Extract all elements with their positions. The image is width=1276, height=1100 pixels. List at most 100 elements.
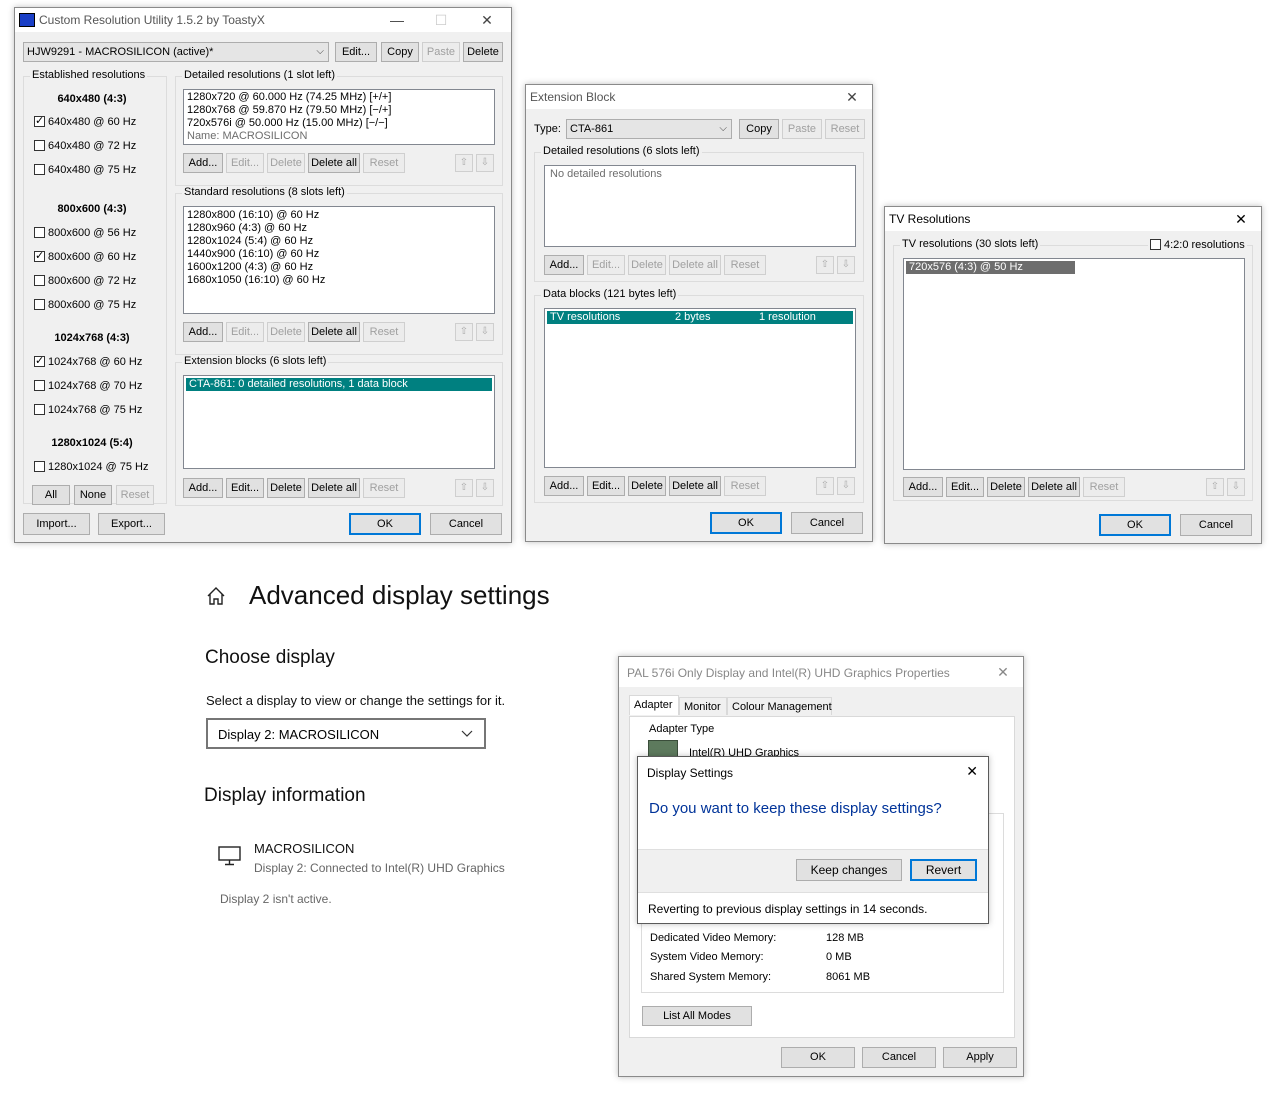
checkbox-420[interactable]: 4:2:0 resolutions — [1148, 238, 1247, 252]
list-item[interactable]: 1600x1200 (4:3) @ 60 Hz — [184, 261, 494, 274]
close-icon[interactable]: ✕ — [983, 660, 1023, 684]
edit-extension-button[interactable]: Edit... — [226, 478, 264, 498]
delete-all-detailed-button[interactable]: Delete all — [308, 153, 360, 173]
ext-detailed-list[interactable]: No detailed resolutions — [544, 165, 856, 247]
monitor-icon — [217, 845, 243, 867]
checkbox-800x600-72[interactable]: 800x600 @ 72 Hz — [34, 274, 136, 288]
data-block-name: TV resolutions — [550, 311, 621, 323]
delete-all-data-blocks-button[interactable]: Delete all — [669, 476, 721, 496]
cancel-button[interactable]: Cancel — [1180, 514, 1252, 536]
checkbox-box[interactable] — [34, 461, 45, 472]
tab-adapter[interactable]: Adapter — [629, 695, 679, 715]
edit-tv-button[interactable]: Edit... — [946, 477, 984, 497]
checkbox-box[interactable] — [34, 164, 45, 175]
apply-button[interactable]: Apply — [943, 1047, 1017, 1068]
none-button[interactable]: None — [74, 485, 112, 505]
checkbox-box[interactable] — [34, 354, 45, 368]
delete-tv-button[interactable]: Delete — [987, 477, 1025, 497]
monitor-select[interactable]: HJW9291 - MACROSILICON (active)* ⌵ — [23, 42, 329, 62]
checkbox-box[interactable] — [34, 380, 45, 391]
list-item[interactable]: 1280x720 @ 60.000 Hz (74.25 MHz) [+/+] — [184, 91, 494, 104]
delete-extension-button[interactable]: Delete — [267, 478, 305, 498]
list-item[interactable]: 1680x1050 (16:10) @ 60 Hz — [184, 274, 494, 287]
checkbox-box[interactable] — [34, 140, 45, 151]
checkbox-box[interactable] — [34, 275, 45, 286]
cancel-button[interactable]: Cancel — [791, 512, 863, 534]
checkbox-640x480-72[interactable]: 640x480 @ 72 Hz — [34, 139, 136, 153]
list-item-selected[interactable]: 720x576 (4:3) @ 50 Hz — [906, 261, 1075, 274]
edit-data-block-button[interactable]: Edit... — [587, 476, 625, 496]
checkbox-1280x1024-75[interactable]: 1280x1024 @ 75 Hz — [34, 460, 148, 474]
add-extension-button[interactable]: Add... — [183, 478, 223, 498]
delete-all-extension-button[interactable]: Delete all — [308, 478, 360, 498]
revert-button[interactable]: Revert — [910, 859, 977, 881]
add-data-block-button[interactable]: Add... — [544, 476, 584, 496]
edit-monitor-button[interactable]: Edit... — [335, 42, 377, 62]
list-item[interactable]: 1280x1024 (5:4) @ 60 Hz — [184, 235, 494, 248]
cancel-button[interactable]: Cancel — [430, 513, 502, 535]
delete-all-standard-button[interactable]: Delete all — [308, 322, 360, 342]
close-icon[interactable]: ✕ — [832, 85, 872, 109]
tv-res-list[interactable]: 720x576 (4:3) @ 50 Hz — [903, 258, 1245, 470]
close-icon[interactable]: ✕ — [966, 763, 978, 780]
detailed-list[interactable]: 1280x720 @ 60.000 Hz (74.25 MHz) [+/+] 1… — [183, 89, 495, 145]
delete-data-block-button[interactable]: Delete — [628, 476, 666, 496]
ok-button[interactable]: OK — [349, 513, 421, 535]
close-icon[interactable]: ✕ — [467, 8, 507, 32]
ok-button[interactable]: OK — [710, 512, 782, 534]
delete-detailed-button: Delete — [267, 153, 305, 173]
list-item[interactable]: 1280x800 (16:10) @ 60 Hz — [184, 209, 494, 222]
add-tv-button[interactable]: Add... — [903, 477, 943, 497]
checkbox-box[interactable] — [34, 114, 45, 128]
memory-label: Shared System Memory: — [650, 971, 772, 983]
checkbox-box[interactable] — [1150, 239, 1161, 250]
checkbox-640x480-75[interactable]: 640x480 @ 75 Hz — [34, 163, 136, 177]
add-detailed-button[interactable]: Add... — [183, 153, 223, 173]
home-icon[interactable] — [205, 585, 227, 607]
checkbox-800x600-56[interactable]: 800x600 @ 56 Hz — [34, 226, 136, 240]
reset-data-blocks-button: Reset — [724, 476, 766, 496]
export-button[interactable]: Export... — [98, 513, 165, 535]
copy-button[interactable]: Copy — [381, 42, 419, 62]
minimize-icon[interactable]: — — [377, 8, 417, 32]
monitor-description: Display 2: Connected to Intel(R) UHD Gra… — [254, 861, 505, 875]
keep-changes-button[interactable]: Keep changes — [796, 859, 902, 881]
list-item[interactable]: 1280x768 @ 59.870 Hz (79.50 MHz) [−/+] — [184, 104, 494, 117]
add-standard-button[interactable]: Add... — [183, 322, 223, 342]
list-item-selected[interactable]: CTA-861: 0 detailed resolutions, 1 data … — [186, 378, 492, 391]
data-block-row[interactable]: TV resolutions 2 bytes 1 resolution — [547, 311, 853, 324]
checkbox-1024x768-70[interactable]: 1024x768 @ 70 Hz — [34, 379, 142, 393]
cancel-button[interactable]: Cancel — [862, 1047, 936, 1068]
checkbox-1024x768-75[interactable]: 1024x768 @ 75 Hz — [34, 403, 142, 417]
standard-list[interactable]: 1280x800 (16:10) @ 60 Hz 1280x960 (4:3) … — [183, 206, 495, 314]
list-item[interactable]: 1280x960 (4:3) @ 60 Hz — [184, 222, 494, 235]
checkbox-box[interactable] — [34, 299, 45, 310]
list-all-modes-button[interactable]: List All Modes — [642, 1006, 752, 1026]
data-blocks-list[interactable]: TV resolutions 2 bytes 1 resolution — [544, 308, 856, 468]
ext-detailed-group: Detailed resolutions (6 slots left) No d… — [534, 145, 864, 282]
ok-button[interactable]: OK — [1099, 514, 1171, 536]
display-select[interactable]: Display 2: MACROSILICON — [206, 718, 486, 749]
import-button[interactable]: Import... — [23, 513, 90, 535]
checkbox-1024x768-60[interactable]: 1024x768 @ 60 Hz — [34, 354, 142, 369]
checkbox-800x600-60[interactable]: 800x600 @ 60 Hz — [34, 249, 136, 264]
ok-button[interactable]: OK — [781, 1047, 855, 1068]
list-item[interactable]: 720x576i @ 50.000 Hz (15.00 MHz) [−/−] — [184, 117, 494, 130]
checkbox-box[interactable] — [34, 227, 45, 238]
checkbox-box[interactable] — [34, 249, 45, 263]
checkbox-box[interactable] — [34, 404, 45, 415]
delete-monitor-button[interactable]: Delete — [463, 42, 503, 62]
delete-all-tv-button[interactable]: Delete all — [1028, 477, 1080, 497]
tab-monitor[interactable]: Monitor — [679, 697, 727, 715]
list-item-name[interactable]: Name: MACROSILICON — [184, 130, 494, 143]
add-ext-detailed-button[interactable]: Add... — [544, 255, 584, 275]
all-button[interactable]: All — [32, 485, 70, 505]
list-item[interactable]: 1440x900 (16:10) @ 60 Hz — [184, 248, 494, 261]
tab-colour-management[interactable]: Colour Management — [727, 697, 832, 715]
copy-button[interactable]: Copy — [739, 119, 779, 139]
extension-list[interactable]: CTA-861: 0 detailed resolutions, 1 data … — [183, 375, 495, 469]
checkbox-800x600-75[interactable]: 800x600 @ 75 Hz — [34, 298, 136, 312]
close-icon[interactable]: ✕ — [1221, 207, 1261, 231]
checkbox-640x480-60[interactable]: 640x480 @ 60 Hz — [34, 114, 136, 129]
type-select[interactable]: CTA-861 ⌵ — [566, 119, 732, 139]
